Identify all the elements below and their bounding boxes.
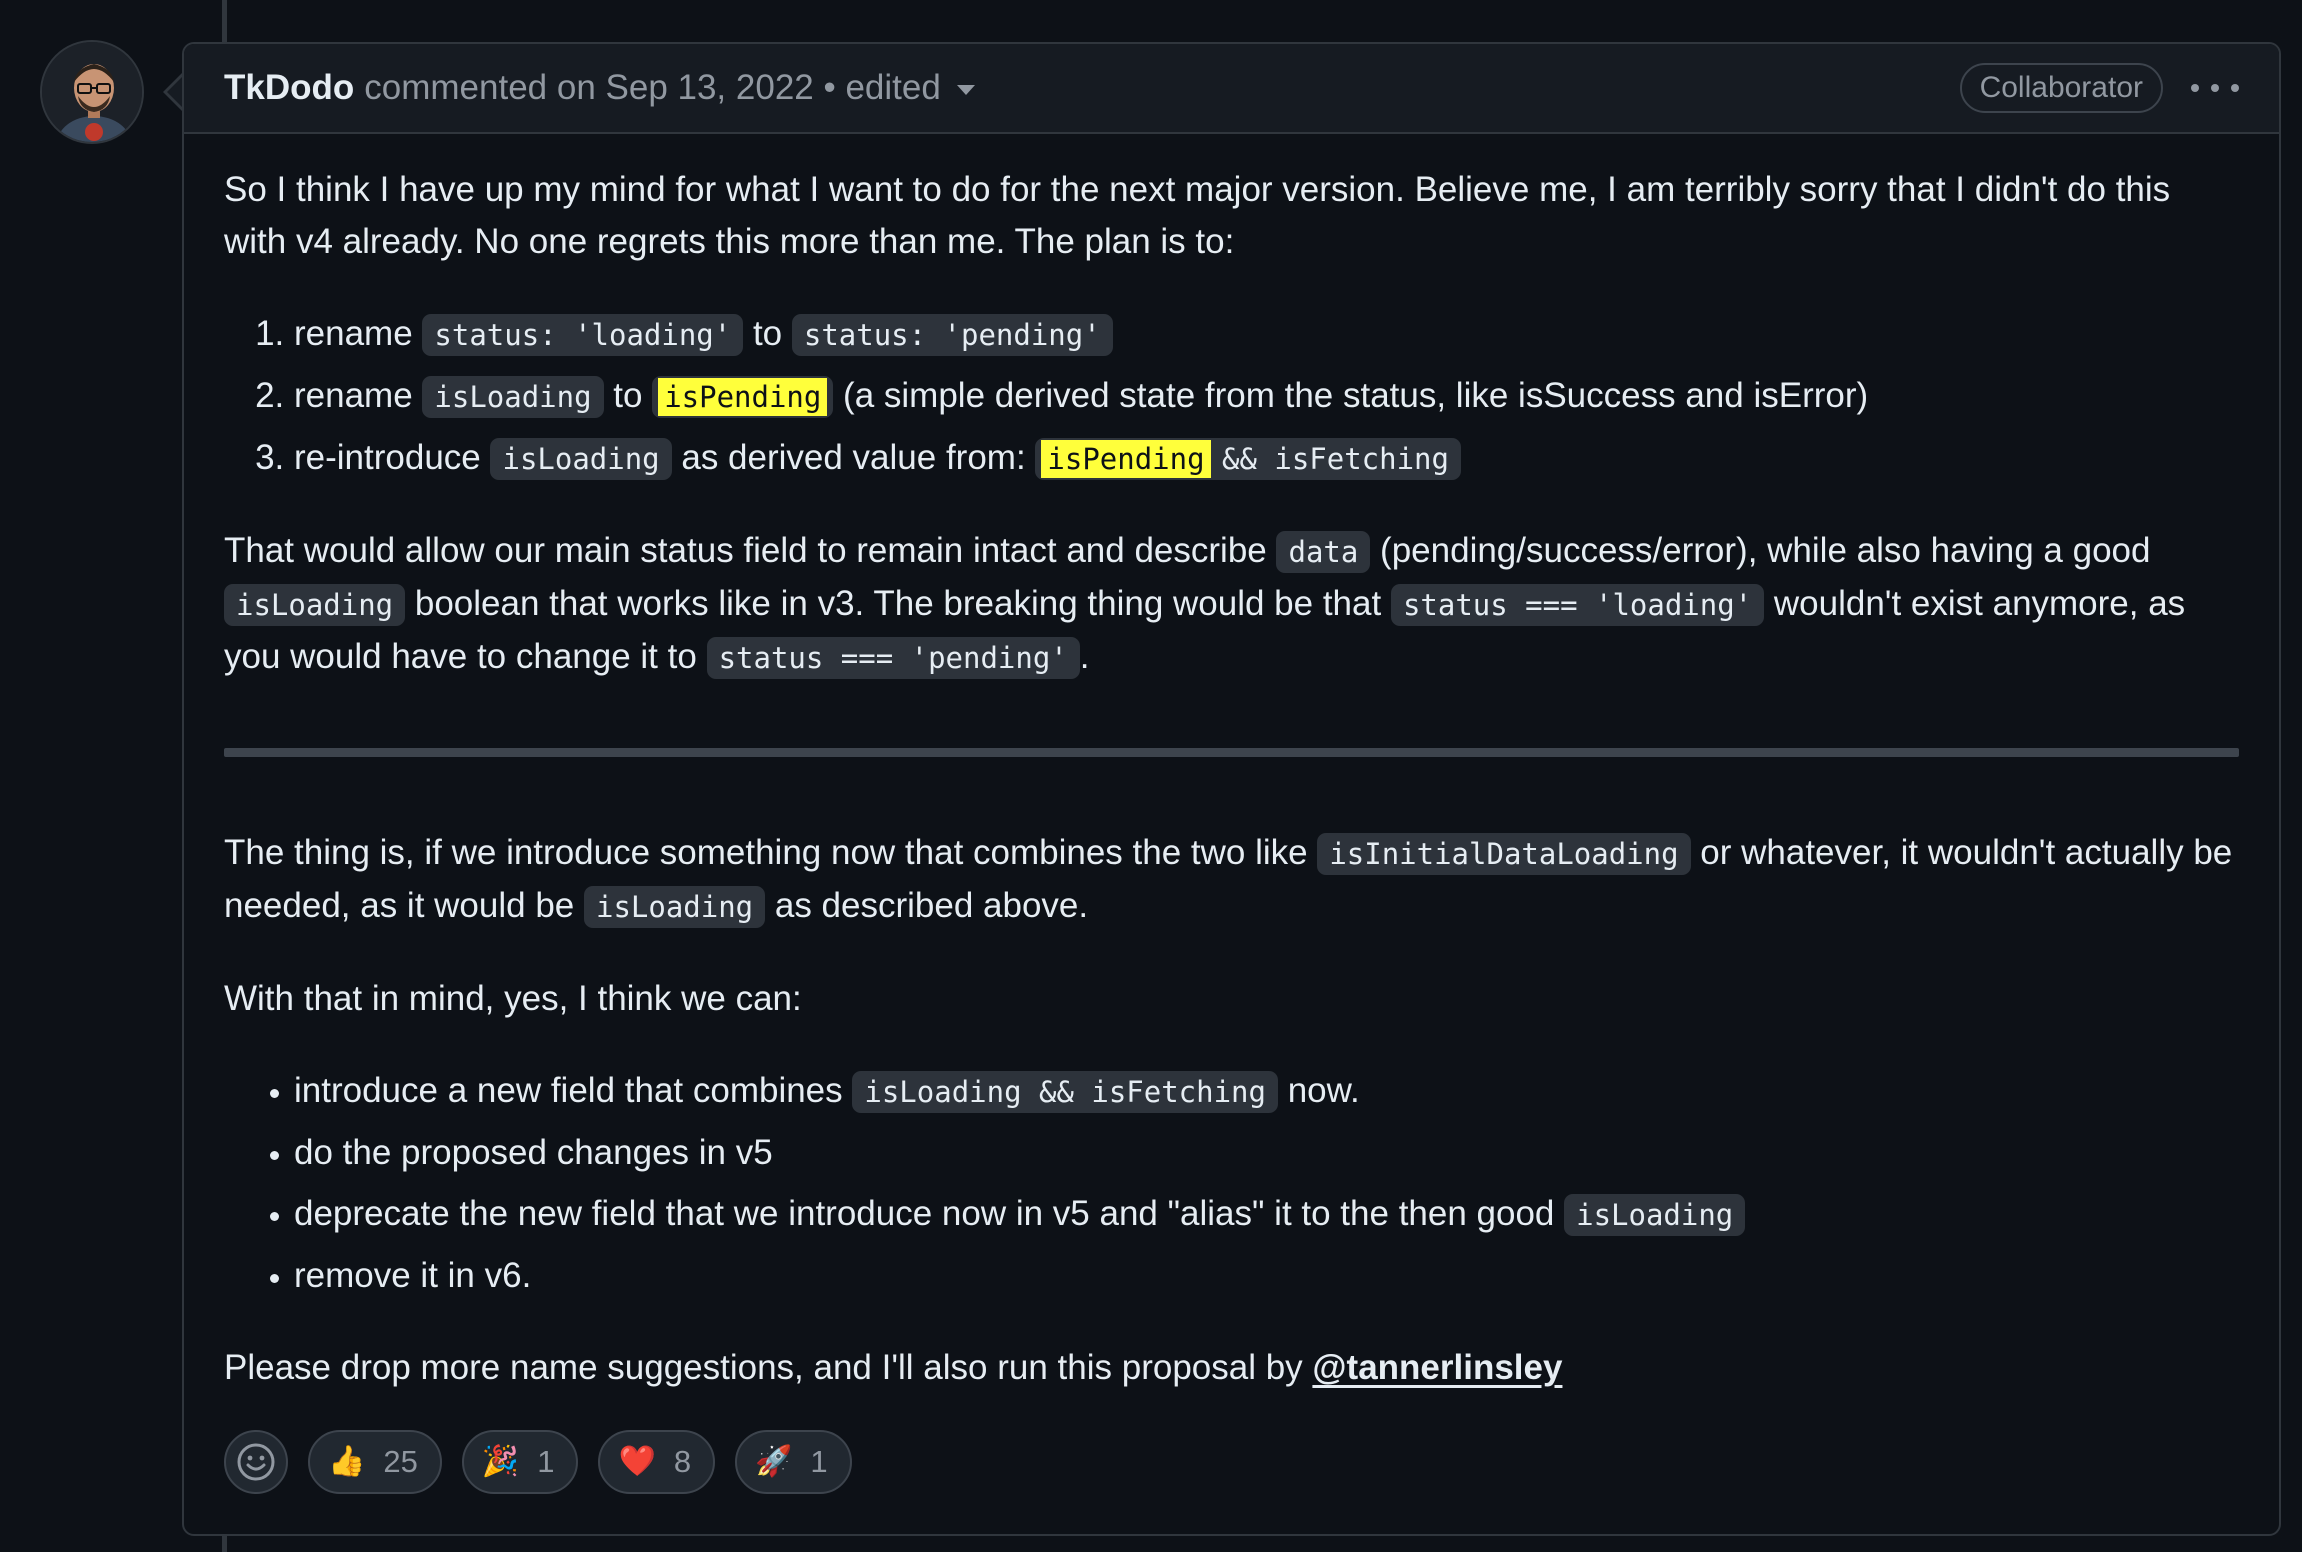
reaction-thumbs-up[interactable]: 👍 25: [308, 1430, 442, 1494]
plan-item: rename status: 'loading' to status: 'pen…: [294, 308, 2239, 361]
plan-item: rename isLoading to isPending (a simple …: [294, 370, 2239, 423]
reaction-heart[interactable]: ❤️ 8: [598, 1430, 716, 1494]
inline-code: status: 'loading': [422, 314, 744, 356]
inline-code: status === 'pending': [706, 637, 1080, 679]
paragraph-5: Please drop more name suggestions, and I…: [224, 1342, 2239, 1394]
kebab-horizontal-icon[interactable]: [2191, 68, 2239, 108]
plan-list: rename status: 'loading' to status: 'pen…: [224, 308, 2239, 485]
steps-list: introduce a new field that combines isLo…: [224, 1065, 2239, 1302]
list-item: do the proposed changes in v5: [294, 1127, 2239, 1179]
text: That would allow our main status field t…: [224, 531, 1277, 570]
paragraph-2: That would allow our main status field t…: [224, 525, 2239, 684]
comment-box: TkDodo commented on Sep 13, 2022 • edite…: [182, 42, 2281, 1536]
add-reaction-button[interactable]: [224, 1430, 288, 1494]
avatar-image: [42, 42, 142, 142]
list-item: remove it in v6.: [294, 1250, 2239, 1302]
list-item: deprecate the new field that we introduc…: [294, 1188, 2239, 1241]
inline-code: isInitialDataLoading: [1317, 833, 1691, 875]
text: Please drop more name suggestions, and I…: [224, 1348, 1313, 1387]
comment-meta: commented on Sep 13, 2022 • edited: [364, 68, 941, 107]
paragraph-4: With that in mind, yes, I think we can:: [224, 979, 802, 1018]
inline-code: isLoading: [490, 438, 672, 480]
reactions-bar: 👍 25 🎉 1 ❤️ 8 🚀 1: [224, 1430, 2239, 1494]
smiley-icon: [237, 1443, 275, 1481]
text: as derived value from:: [671, 438, 1036, 477]
text: to: [743, 314, 792, 353]
inline-code: isLoading: [224, 584, 406, 626]
inline-code: status === 'loading': [1390, 584, 1765, 626]
inline-code: isLoading: [422, 376, 604, 418]
header-actions: Collaborator: [1959, 63, 2239, 113]
text: The thing is, if we introduce something …: [224, 833, 1318, 872]
inline-code-highlighted: isPending: [652, 376, 834, 418]
comment-body: So I think I have up my mind for what I …: [184, 134, 2279, 1494]
reaction-count: 8: [673, 1444, 692, 1479]
list-item: introduce a new field that combines isLo…: [294, 1065, 2239, 1118]
role-badge: Collaborator: [1959, 63, 2163, 113]
inline-code: status: 'pending': [791, 314, 1113, 356]
text: rename: [294, 314, 423, 353]
text: deprecate the new field that we introduc…: [294, 1194, 1565, 1233]
author-name[interactable]: TkDodo: [224, 68, 354, 108]
triangle-down-icon[interactable]: [956, 85, 975, 95]
text: boolean that works like in v3. The break…: [405, 584, 1391, 623]
code-text: && isFetching: [1204, 442, 1449, 476]
avatar[interactable]: [40, 40, 144, 144]
reaction-count: 1: [537, 1444, 555, 1479]
inline-code: isLoading: [1564, 1194, 1746, 1236]
text: to: [603, 376, 653, 415]
reaction-hooray[interactable]: 🎉 1: [461, 1430, 579, 1494]
heart-icon: ❤️: [618, 1445, 656, 1478]
text: as described above.: [765, 886, 1089, 925]
text: now.: [1277, 1071, 1360, 1110]
horizontal-rule: [224, 748, 2239, 757]
plan-item: re-introduce isLoading as derived value …: [294, 432, 2239, 485]
rocket-icon: 🚀: [755, 1445, 793, 1478]
text: introduce a new field that combines: [294, 1071, 853, 1110]
inline-code: isLoading: [583, 886, 766, 928]
reaction-rocket[interactable]: 🚀 1: [735, 1430, 852, 1494]
inline-code-highlighted: isPending && isFetching: [1035, 438, 1461, 480]
search-highlight: isPending: [1041, 440, 1211, 478]
comment-header: TkDodo commented on Sep 13, 2022 • edite…: [184, 44, 2279, 134]
reaction-count: 1: [810, 1444, 828, 1479]
inline-code: isLoading && isFetching: [852, 1071, 1278, 1113]
intro-paragraph: So I think I have up my mind for what I …: [224, 170, 2171, 261]
text: re-introduce: [294, 438, 491, 477]
inline-code: data: [1276, 531, 1371, 573]
user-mention-link[interactable]: @tannerlinsley: [1312, 1348, 1562, 1387]
paragraph-3: The thing is, if we introduce something …: [224, 827, 2239, 933]
text: (pending/success/error), while also havi…: [1370, 531, 2151, 570]
search-highlight: isPending: [658, 378, 828, 416]
text: .: [1079, 637, 1090, 676]
thumbs-up-icon: 👍: [328, 1445, 366, 1478]
text: rename: [294, 376, 423, 415]
party-popper-icon: 🎉: [481, 1445, 520, 1478]
text: (a simple derived state from the status,…: [833, 376, 1869, 415]
reaction-count: 25: [383, 1444, 418, 1479]
